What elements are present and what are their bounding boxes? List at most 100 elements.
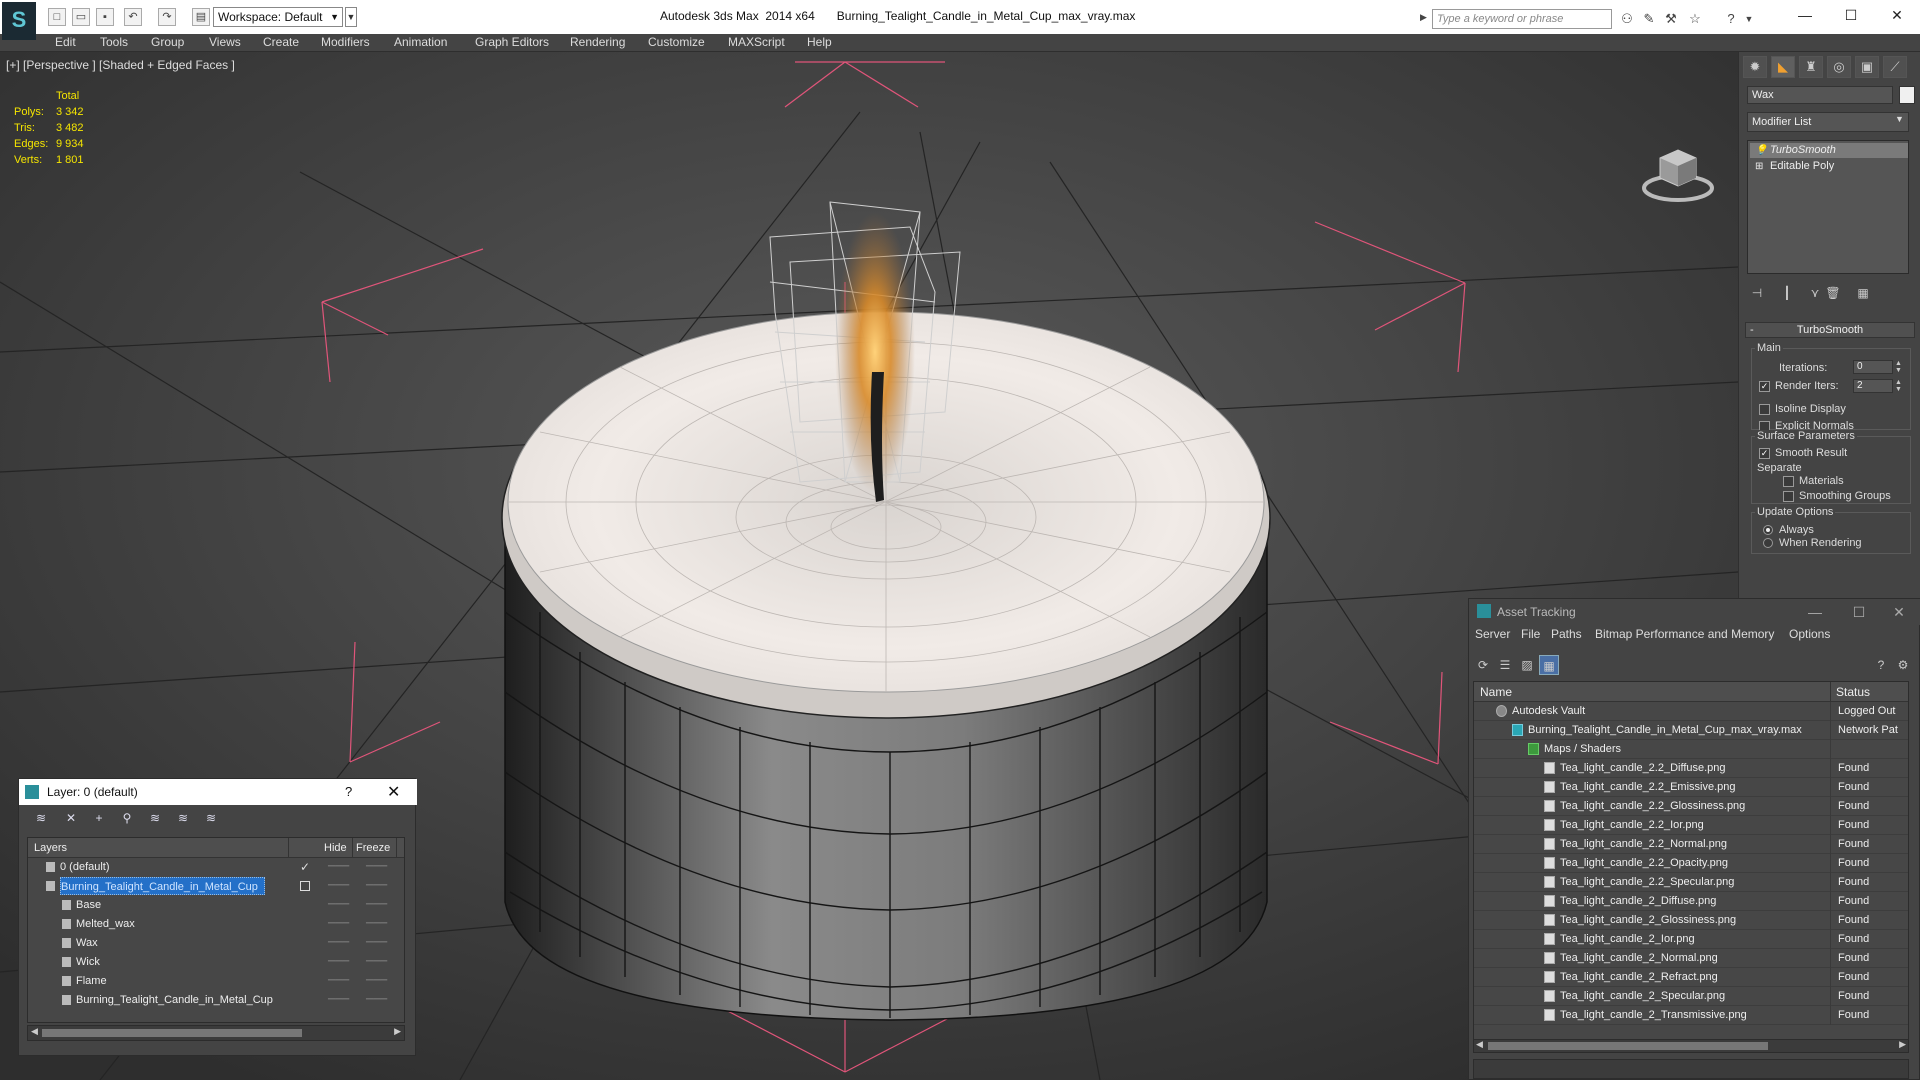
help-button[interactable]: ? bbox=[345, 784, 352, 799]
search-input[interactable]: Type a keyword or phrase bbox=[1432, 9, 1612, 29]
help-icon[interactable]: ? bbox=[1722, 10, 1740, 28]
asset-row[interactable]: Tea_light_candle_2.2_Ior.png Found bbox=[1474, 816, 1908, 835]
menu-server[interactable]: Server bbox=[1475, 627, 1510, 641]
spinner-arrows-icon[interactable]: ▲ ▼ bbox=[1895, 360, 1902, 374]
menu-group[interactable]: Group bbox=[151, 35, 184, 49]
render-iters-checkbox[interactable]: ✓ bbox=[1759, 381, 1770, 392]
new-file-icon[interactable]: □ bbox=[48, 8, 66, 26]
binoculars-icon[interactable]: ⚇ bbox=[1618, 10, 1636, 28]
hide-toggle-icon[interactable]: ─── bbox=[328, 934, 349, 952]
stack-item-turbosmooth[interactable]: 💡 TurboSmooth bbox=[1750, 143, 1908, 158]
minimize-button[interactable]: — bbox=[1793, 601, 1837, 623]
layer-row[interactable]: Base ─── ─── bbox=[28, 896, 404, 915]
freeze-toggle-icon[interactable]: ─── bbox=[366, 972, 387, 990]
caret-right-icon[interactable]: ▶ bbox=[1420, 12, 1427, 23]
iterations-spinner[interactable]: 0 bbox=[1853, 360, 1893, 374]
scroll-left-icon[interactable]: ◀ bbox=[31, 1026, 38, 1037]
close-button[interactable]: ✕ bbox=[1874, 0, 1920, 32]
asset-row[interactable]: Autodesk Vault Logged Out bbox=[1474, 702, 1908, 721]
workspace-menu-button[interactable]: ▼ bbox=[345, 7, 357, 27]
asset-path-field[interactable] bbox=[1473, 1059, 1909, 1079]
hide-all-icon[interactable]: ≋ bbox=[173, 809, 193, 827]
star-favorites-icon[interactable]: ☆ bbox=[1686, 10, 1704, 28]
menu-customize[interactable]: Customize bbox=[648, 35, 705, 49]
utilities-tab-icon[interactable]: ⟋ bbox=[1883, 56, 1907, 78]
workspace-select[interactable]: Workspace: Default ▼ bbox=[213, 7, 343, 27]
update-when-rendering-radio[interactable] bbox=[1763, 538, 1773, 548]
menu-graph-editors[interactable]: Graph Editors bbox=[475, 35, 549, 49]
hierarchy-tab-icon[interactable]: ♜ bbox=[1799, 56, 1823, 78]
list-view-icon[interactable]: ☰ bbox=[1495, 655, 1515, 675]
asset-row[interactable]: Tea_light_candle_2.2_Specular.png Found bbox=[1474, 873, 1908, 892]
scroll-left-icon[interactable]: ◀ bbox=[1476, 1039, 1483, 1050]
delete-layer-icon[interactable]: ✕ bbox=[61, 809, 81, 827]
menu-options[interactable]: Options bbox=[1789, 627, 1830, 641]
horizontal-scrollbar[interactable]: ◀ ▶ bbox=[1473, 1039, 1909, 1053]
help-icon[interactable]: ? bbox=[1871, 655, 1891, 675]
smooth-result-checkbox[interactable]: ✓ bbox=[1759, 448, 1770, 459]
table-view-icon[interactable]: ▦ bbox=[1539, 655, 1559, 675]
update-always-radio[interactable] bbox=[1763, 525, 1773, 535]
scroll-right-icon[interactable]: ▶ bbox=[1899, 1039, 1906, 1050]
viewcube-icon[interactable] bbox=[1640, 142, 1716, 204]
add-selection-icon[interactable]: + bbox=[89, 809, 109, 827]
object-color-swatch[interactable] bbox=[1899, 86, 1915, 104]
layer-row[interactable]: Wax ─── ─── bbox=[28, 934, 404, 953]
menu-edit[interactable]: Edit bbox=[55, 35, 76, 49]
menu-bitmap-performance[interactable]: Bitmap Performance and Memory bbox=[1595, 627, 1774, 641]
subscription-icon[interactable]: ⚒ bbox=[1662, 10, 1680, 28]
scroll-right-icon[interactable]: ▶ bbox=[394, 1026, 401, 1037]
lightbulb-icon[interactable]: 💡 bbox=[1755, 143, 1767, 158]
project-folder-icon[interactable]: ▤ bbox=[192, 8, 210, 26]
spinner-arrows-icon[interactable]: ▲ ▼ bbox=[1895, 379, 1902, 393]
save-file-icon[interactable]: ▪ bbox=[96, 8, 114, 26]
horizontal-scrollbar[interactable]: ◀ ▶ bbox=[27, 1025, 405, 1041]
menu-paths[interactable]: Paths bbox=[1551, 627, 1582, 641]
freeze-toggle-icon[interactable]: ─── bbox=[366, 915, 387, 933]
column-hide-header[interactable]: Hide bbox=[324, 842, 347, 854]
close-button[interactable]: ✕ bbox=[1877, 601, 1920, 623]
thumbnail-view-icon[interactable]: ▨ bbox=[1517, 655, 1537, 675]
layer-row[interactable]: Wick ─── ─── bbox=[28, 953, 404, 972]
asset-row[interactable]: Tea_light_candle_2_Ior.png Found bbox=[1474, 930, 1908, 949]
pin-stack-icon[interactable]: ⊣ bbox=[1747, 284, 1767, 302]
freeze-all-icon[interactable]: ≋ bbox=[201, 809, 221, 827]
refresh-icon[interactable]: ⟳ bbox=[1473, 655, 1493, 675]
viewport-label[interactable]: [+] [Perspective ] [Shaded + Edged Faces… bbox=[6, 58, 235, 72]
display-tab-icon[interactable]: ▣ bbox=[1855, 56, 1879, 78]
modifier-list-select[interactable]: Modifier List bbox=[1747, 112, 1909, 132]
create-layer-icon[interactable]: ≋ bbox=[31, 809, 51, 827]
layer-row[interactable]: Melted_wax ─── ─── bbox=[28, 915, 404, 934]
hide-toggle-icon[interactable]: ─── bbox=[328, 896, 349, 914]
scrollbar-thumb[interactable] bbox=[1488, 1042, 1768, 1050]
asset-tracking-titlebar[interactable]: Asset Tracking — ☐ ✕ bbox=[1469, 599, 1920, 625]
menu-create[interactable]: Create bbox=[263, 35, 299, 49]
asset-row[interactable]: Tea_light_candle_2.2_Diffuse.png Found bbox=[1474, 759, 1908, 778]
menu-help[interactable]: Help bbox=[807, 35, 832, 49]
settings-icon[interactable]: ⚙ bbox=[1893, 655, 1913, 675]
column-status-header[interactable]: Status bbox=[1836, 685, 1870, 699]
stack-item-editable-poly[interactable]: ⊞ Editable Poly bbox=[1750, 159, 1908, 174]
asset-row[interactable]: Tea_light_candle_2_Refract.png Found bbox=[1474, 968, 1908, 987]
open-file-icon[interactable]: ▭ bbox=[72, 8, 90, 26]
asset-row[interactable]: Tea_light_candle_2_Glossiness.png Found bbox=[1474, 911, 1908, 930]
current-layer-checkmark-icon[interactable]: ✓ bbox=[300, 858, 310, 876]
menu-rendering[interactable]: Rendering bbox=[570, 35, 625, 49]
layer-manager-titlebar[interactable]: Layer: 0 (default) ? ✕ bbox=[19, 779, 417, 805]
scrollbar-thumb[interactable] bbox=[42, 1029, 302, 1037]
select-objects-icon[interactable]: ⚲ bbox=[117, 809, 137, 827]
isoline-display-checkbox[interactable] bbox=[1759, 404, 1770, 415]
communication-center-icon[interactable]: ✎ bbox=[1640, 10, 1658, 28]
modify-tab-icon[interactable]: ◣ bbox=[1771, 56, 1795, 78]
freeze-toggle-icon[interactable]: ─── bbox=[366, 858, 387, 876]
asset-row[interactable]: Maps / Shaders bbox=[1474, 740, 1908, 759]
motion-tab-icon[interactable]: ◎ bbox=[1827, 56, 1851, 78]
asset-row[interactable]: Tea_light_candle_2.2_Emissive.png Found bbox=[1474, 778, 1908, 797]
help-dropdown-icon[interactable]: ▼ bbox=[1740, 10, 1758, 28]
freeze-toggle-icon[interactable]: ─── bbox=[366, 896, 387, 914]
menu-file[interactable]: File bbox=[1521, 627, 1540, 641]
freeze-toggle-icon[interactable]: ─── bbox=[366, 991, 387, 1009]
menu-tools[interactable]: Tools bbox=[100, 35, 128, 49]
asset-row[interactable]: Tea_light_candle_2_Diffuse.png Found bbox=[1474, 892, 1908, 911]
asset-row[interactable]: Tea_light_candle_2_Specular.png Found bbox=[1474, 987, 1908, 1006]
